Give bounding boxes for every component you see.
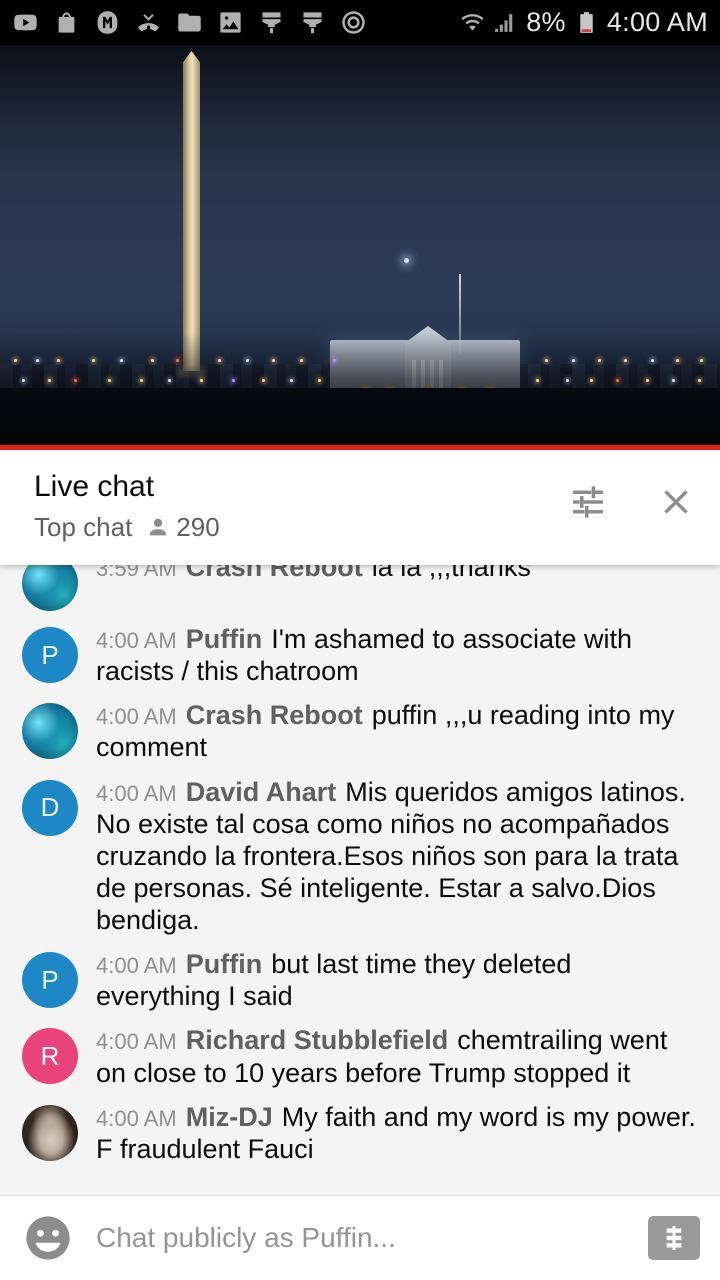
- status-bar-system-icons: 8% 4:00 AM: [460, 9, 708, 36]
- live-chat-title-group: Live chat Top chat 290: [34, 468, 566, 543]
- chat-message-row[interactable]: D 4:00 AM David Ahart Mis queridos amigos …: [0, 770, 720, 943]
- message-author[interactable]: Richard Stubblefield: [186, 1025, 449, 1055]
- avatar[interactable]: D: [22, 779, 78, 836]
- battery-icon: [580, 12, 593, 33]
- target-ring-icon: [342, 11, 365, 34]
- message-timestamp: 4:00 AM: [96, 1029, 177, 1055]
- message-text: puffin ,,,u reading into my comment: [96, 700, 675, 763]
- m-badge-icon: [97, 11, 118, 34]
- paint-brush-icon-2: [303, 12, 322, 34]
- chat-message-row[interactable]: R 4:00 AM Richard Stubblefield chemtrailin…: [0, 1018, 720, 1094]
- wifi-icon: [461, 14, 484, 31]
- avatar-initial: R: [40, 1040, 60, 1071]
- chat-message-row[interactable]: P 4:00 AM Puffin I'm ashamed to associate …: [0, 617, 720, 693]
- emoji-picker-button[interactable]: [22, 1212, 74, 1264]
- chat-message-row[interactable]: 4:00 AM Crash Reboot puffin ,,,u reading i…: [0, 693, 720, 769]
- message-author[interactable]: Crash Reboot: [186, 700, 363, 730]
- page-title: Live chat: [34, 470, 155, 503]
- status-bar: 8% 4:00 AM: [0, 0, 720, 45]
- chat-message-row[interactable]: P 4:00 AM Puffin but last time they delete…: [0, 942, 720, 1018]
- person-icon: [150, 518, 167, 536]
- chat-message-body: 4:00 AM Puffin but last time they deleted …: [96, 948, 700, 1012]
- viewer-count-group: 290: [146, 511, 220, 543]
- chat-composer: [0, 1195, 720, 1280]
- avatar[interactable]: [22, 703, 78, 760]
- message-text: Mis queridos amigos latinos. No existe t…: [96, 776, 686, 936]
- avatar[interactable]: [22, 565, 78, 611]
- chat-message-row[interactable]: 3:59 AM Crash Reboot la la ,,,thanks: [0, 565, 720, 617]
- paint-brush-icon: [262, 12, 281, 34]
- tune-sliders-icon: [573, 486, 603, 518]
- chat-message-body: 4:00 AM Crash Reboot puffin ,,,u reading i…: [96, 699, 700, 763]
- super-chat-button[interactable]: [648, 1216, 700, 1260]
- cell-signal-icon: [495, 14, 513, 32]
- message-timestamp: 4:00 AM: [96, 780, 177, 806]
- chat-mode-label[interactable]: Top chat: [34, 512, 132, 543]
- distant-beacon-light: [404, 258, 409, 263]
- chat-message-body: 4:00 AM Puffin I'm ashamed to associate wi…: [96, 623, 700, 687]
- live-chat-message-list[interactable]: 3:59 AM Crash Reboot la la ,,,thanks P 4:0…: [0, 565, 720, 1200]
- message-timestamp: 4:00 AM: [96, 1105, 177, 1131]
- avatar[interactable]: P: [22, 952, 78, 1009]
- avatar-initial: P: [41, 964, 59, 995]
- avatar[interactable]: R: [22, 1028, 78, 1085]
- photo-icon: [220, 12, 241, 33]
- message-timestamp: 3:59 AM: [96, 565, 177, 581]
- message-author[interactable]: David Ahart: [186, 777, 337, 807]
- chat-message-body: 4:00 AM Richard Stubblefield chemtrailing …: [96, 1024, 700, 1088]
- message-text: la la ,,,thanks: [371, 565, 531, 582]
- message-author[interactable]: Puffin: [186, 949, 262, 979]
- cloud-band: [0, 45, 720, 165]
- chat-message-body: 4:00 AM Miz-DJ My faith and my word is my …: [96, 1101, 700, 1165]
- message-author[interactable]: Puffin: [186, 624, 262, 654]
- video-player[interactable]: [0, 45, 720, 450]
- chat-input[interactable]: [96, 1222, 648, 1254]
- dollar-banknote-icon: [666, 1226, 682, 1250]
- chat-settings-button[interactable]: [566, 480, 610, 524]
- message-timestamp: 4:00 AM: [96, 704, 177, 730]
- message-author[interactable]: Miz-DJ: [186, 1102, 273, 1132]
- avatar-initial: D: [40, 792, 60, 822]
- close-x-icon: [664, 490, 688, 514]
- emoji-smiley-icon: [26, 1216, 70, 1260]
- folder-icon: [178, 13, 201, 32]
- missed-call-icon: [138, 14, 159, 32]
- chat-message-row[interactable]: 4:00 AM Miz-DJ My faith and my word is my …: [0, 1095, 720, 1171]
- message-timestamp: 4:00 AM: [96, 628, 177, 653]
- status-bar-clock: 4:00 AM: [606, 7, 708, 37]
- battery-percent-label: 8%: [526, 7, 566, 37]
- shopping-bag-icon: [58, 12, 75, 33]
- dark-foreground: [0, 388, 720, 450]
- avatar[interactable]: [22, 1104, 78, 1161]
- avatar[interactable]: P: [22, 627, 78, 683]
- youtube-play-icon: [14, 14, 37, 31]
- close-chat-button[interactable]: [654, 480, 698, 524]
- live-chat-header: Live chat Top chat 290: [0, 450, 720, 565]
- distant-light-row: [0, 359, 720, 362]
- live-chat-actions: [566, 468, 698, 524]
- live-chat-subheader: Top chat 290: [34, 512, 566, 543]
- washington-monument: [183, 51, 200, 371]
- chat-message-body: 4:00 AM David Ahart Mis queridos amigos la…: [96, 776, 700, 937]
- viewer-count: 290: [176, 511, 220, 542]
- message-author[interactable]: Crash Reboot: [186, 565, 363, 582]
- avatar-initial: P: [41, 639, 59, 670]
- message-timestamp: 4:00 AM: [96, 953, 177, 979]
- chat-message-body: 3:59 AM Crash Reboot la la ,,,thanks: [96, 565, 700, 583]
- distant-light-row: [0, 379, 720, 382]
- status-bar-notification-icons: [12, 9, 460, 36]
